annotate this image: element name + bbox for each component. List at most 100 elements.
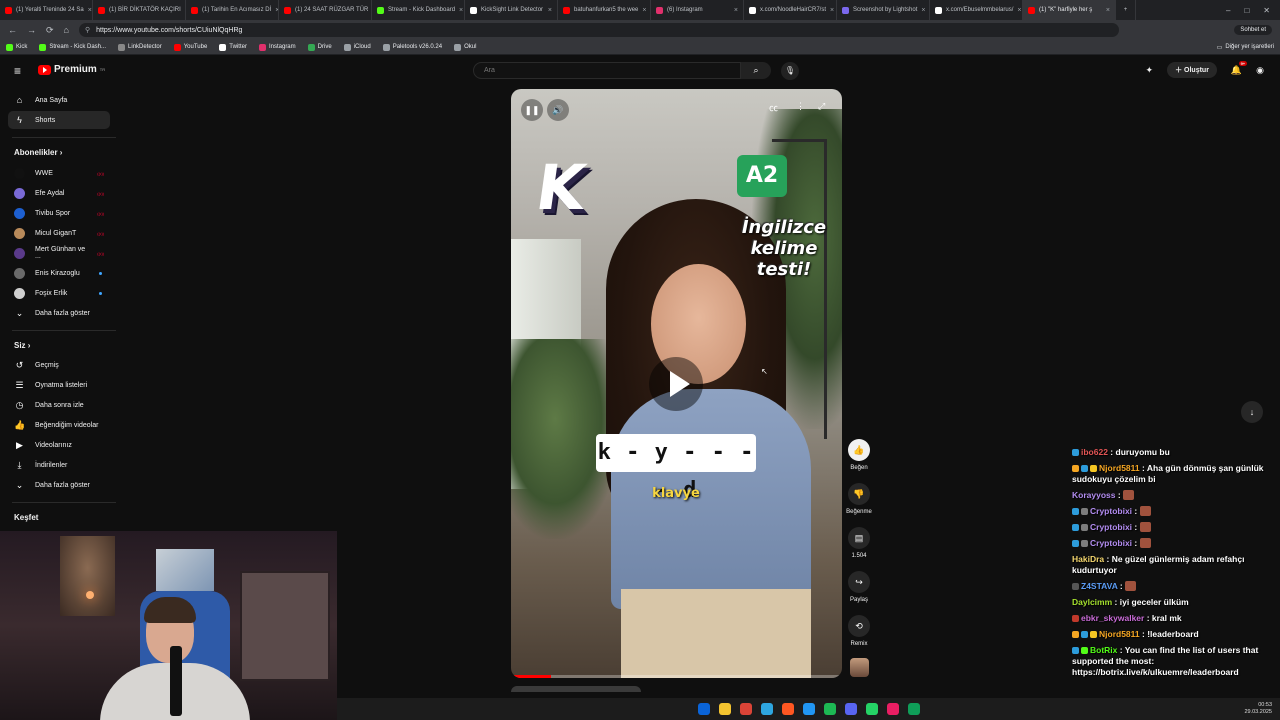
sound-thumbnail[interactable]: [850, 658, 869, 677]
video-progress-bar[interactable]: [511, 675, 842, 678]
sidebar-item-subscription[interactable]: Enis Kirazoglu: [8, 264, 110, 282]
menu-icon[interactable]: ≡: [14, 64, 21, 78]
mic-icon[interactable]: 🎙: [781, 62, 799, 80]
browser-tab[interactable]: (6) Instagram ×: [651, 0, 744, 20]
next-short-preview[interactable]: [511, 686, 641, 692]
bookmark-item[interactable]: iCloud: [343, 43, 371, 51]
bookmark-item[interactable]: Okul: [454, 43, 476, 51]
you-heading[interactable]: Siz ›: [14, 341, 30, 350]
taskbar-clock[interactable]: 00:53 29.03.2025: [1244, 702, 1272, 716]
browser-tab[interactable]: KickSight Link Detector ×: [465, 0, 558, 20]
reload-icon[interactable]: ⟳: [46, 25, 54, 36]
like-button[interactable]: 👍 Beğen: [847, 439, 871, 471]
bookmark-item[interactable]: Twitter: [219, 43, 247, 51]
sidebar-item-subscription[interactable]: Efe Aydal ((•)): [8, 184, 110, 202]
volume-icon[interactable]: 🔊: [547, 99, 569, 121]
taskbar-app-icon[interactable]: [760, 703, 773, 715]
avatar[interactable]: ◉: [1256, 65, 1264, 76]
sidebar-item-subscription[interactable]: Foşix Erlik: [8, 284, 110, 302]
browser-tab[interactable]: x.com/NoodleHairCR7/st ×: [744, 0, 837, 20]
sidebar-item-be-endi-im-videolar[interactable]: 👍 Beğendiğim videolar: [8, 416, 110, 434]
sidebar-item-i-ndirilenler[interactable]: ⤓ İndirilenler: [8, 456, 110, 474]
tab-close-icon[interactable]: ×: [459, 7, 463, 14]
home-nav-icon[interactable]: ⌂: [64, 25, 69, 35]
taskbar-app-icon[interactable]: [865, 703, 878, 715]
other-bookmarks-folder[interactable]: ▭ Diğer yer işaretleri: [1217, 44, 1274, 51]
chat-username[interactable]: HakiDra: [1072, 554, 1104, 564]
site-info-icon[interactable]: ⚲: [85, 26, 90, 34]
chat-username[interactable]: Cryptobixi: [1090, 538, 1132, 548]
youtube-premium-logo[interactable]: Premium TR: [38, 64, 105, 75]
play-icon[interactable]: [649, 357, 703, 411]
browser-tab[interactable]: (1) 24 SAAT RÜZGAR TÜR×: [279, 0, 372, 20]
taskbar-app-icon[interactable]: [907, 703, 920, 715]
next-video-arrow-icon[interactable]: ↓: [1241, 401, 1263, 423]
tab-close-icon[interactable]: ×: [642, 7, 646, 14]
fullscreen-icon[interactable]: ⤢: [818, 101, 825, 112]
tab-close-icon[interactable]: ×: [734, 7, 738, 14]
browser-tab[interactable]: Stream - Kick Dashboard ×: [372, 0, 465, 20]
captions-icon[interactable]: ㏄: [769, 101, 778, 114]
sidebar-item-shorts[interactable]: ϟ Shorts: [8, 111, 110, 129]
sidebar-item-subscription[interactable]: Mert Günhan ve ... ((•)): [8, 244, 110, 262]
start-menu-icon[interactable]: [697, 703, 710, 715]
search-icon[interactable]: ⌕: [741, 62, 771, 79]
browser-tab[interactable]: (1) Tarihin En Acımasız Dİ ×: [186, 0, 279, 20]
chat-username[interactable]: BotRix: [1090, 645, 1117, 655]
tab-close-icon[interactable]: ×: [548, 7, 552, 14]
sidebar-item-subscription[interactable]: WWE ((•)): [8, 164, 110, 182]
dislike-button[interactable]: 👎 Beğenme: [846, 483, 872, 515]
forward-icon[interactable]: →: [27, 25, 36, 35]
back-icon[interactable]: ←: [8, 25, 17, 35]
minimize-icon[interactable]: –: [1226, 6, 1230, 15]
subscriptions-heading[interactable]: Abonelikler ›: [14, 148, 62, 157]
taskbar-app-icon[interactable]: [802, 703, 815, 715]
bookmark-item[interactable]: Stream - Kick Dash...: [39, 43, 106, 51]
remix-button[interactable]: ⟲ Remix: [847, 615, 871, 647]
sidebar-item-daha-sonra-izle[interactable]: ◷ Daha sonra izle: [8, 396, 110, 414]
chat-username[interactable]: Z4STAVA: [1081, 581, 1118, 591]
sidebar-item-ana-sayfa[interactable]: ⌂ Ana Sayfa: [8, 91, 110, 109]
create-button[interactable]: ＋ Oluştur: [1167, 62, 1217, 78]
maximize-icon[interactable]: □: [1244, 6, 1249, 15]
sidebar-item-daha-fazla-g-ster[interactable]: ⌄ Daha fazla göster: [8, 304, 110, 322]
chat-username[interactable]: Cryptobixi: [1090, 506, 1132, 516]
share-button[interactable]: ↪ Paylaş: [847, 571, 871, 603]
chat-username[interactable]: Daylcimm: [1072, 597, 1112, 607]
sidebar-item-subscription[interactable]: Tivibu Spor ((•)): [8, 204, 110, 222]
sidebar-item-daha-fazla-g-ster[interactable]: ⌄ Daha fazla göster: [8, 476, 110, 494]
pause-icon[interactable]: ❚❚: [521, 99, 543, 121]
taskbar-app-icon[interactable]: [718, 703, 731, 715]
comments-button[interactable]: ▤ 1.504: [847, 527, 871, 559]
cast-icon[interactable]: ✦: [1146, 65, 1154, 76]
taskbar-app-icon[interactable]: [823, 703, 836, 715]
more-options-icon[interactable]: ⋮: [796, 101, 805, 112]
taskbar-app-icon[interactable]: [781, 703, 794, 715]
sidebar-item-oynatma-listeleri[interactable]: ☰ Oynatma listeleri: [8, 376, 110, 394]
shorts-video-player[interactable]: K A2 İngilizce kelime testi! k - y - - -…: [511, 89, 842, 678]
new-tab-icon[interactable]: +: [1116, 0, 1136, 20]
chat-username[interactable]: ebkr_skywalker: [1081, 613, 1144, 623]
close-window-icon[interactable]: ✕: [1263, 6, 1270, 15]
notifications-icon[interactable]: 🔔 9+: [1231, 60, 1248, 76]
chat-username[interactable]: ibo622: [1081, 447, 1108, 457]
bookmark-item[interactable]: YouTube: [173, 43, 207, 51]
taskbar-app-icon[interactable]: [886, 703, 899, 715]
bookmark-item[interactable]: Instagram: [258, 43, 296, 51]
sidebar-item-subscription[interactable]: Micul GiganT ((•)): [8, 224, 110, 242]
bookmark-item[interactable]: LinkDetector: [118, 43, 162, 51]
browser-tab[interactable]: Screenshot by Lightshot ×: [837, 0, 930, 20]
sidebar-item-ge-mi-[interactable]: ↺ Geçmiş: [8, 356, 110, 374]
browser-tab[interactable]: (1) BİR DİKTATÖR KAÇIRI×: [93, 0, 186, 20]
bookmark-item[interactable]: Drive: [307, 43, 332, 51]
sidebar-item-videolar-n-z[interactable]: ▶ Videolarınız: [8, 436, 110, 454]
bookmark-item[interactable]: Kick: [6, 43, 27, 51]
taskbar-app-icon[interactable]: [739, 703, 752, 715]
bookmark-item[interactable]: Paletools v26.0.24: [382, 43, 442, 51]
browser-tab[interactable]: (1) "K" harfiyle her ş ×: [1023, 0, 1116, 20]
browser-tab[interactable]: (1) Yeralti Treninde 24 Sa ×: [0, 0, 93, 20]
chat-username[interactable]: Njord5811: [1099, 629, 1140, 639]
tab-close-icon[interactable]: ×: [830, 7, 834, 14]
browser-chat-button[interactable]: Sohbet et: [1234, 25, 1272, 35]
browser-tab[interactable]: x.com/Ebuselmmbelarus/×: [930, 0, 1023, 20]
